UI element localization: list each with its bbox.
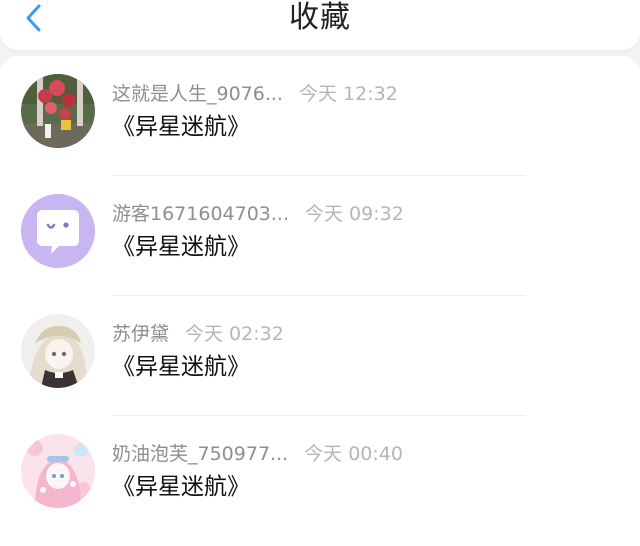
favorite-title[interactable]: 《异星迷航》: [112, 232, 250, 262]
page-title: 收藏: [289, 0, 351, 35]
favorite-title[interactable]: 《异星迷航》: [112, 472, 250, 502]
avatar[interactable]: [21, 74, 95, 148]
list-item[interactable]: 游客1671604703... 今天 09:32 《异星迷航》: [0, 176, 640, 296]
username[interactable]: 游客1671604703...: [112, 203, 289, 225]
item-meta: 这就是人生_9076... 今天 12:32: [112, 82, 398, 106]
favorite-title[interactable]: 《异星迷航》: [112, 112, 250, 142]
list-item[interactable]: 苏伊黛 今天 02:32 《异星迷航》: [0, 296, 640, 416]
username[interactable]: 这就是人生_9076...: [112, 83, 283, 105]
favorite-title[interactable]: 《异星迷航》: [112, 352, 250, 382]
list-item[interactable]: 这就是人生_9076... 今天 12:32 《异星迷航》: [0, 56, 640, 176]
favorites-list: 这就是人生_9076... 今天 12:32 《异星迷航》 游客167160470…: [0, 56, 640, 546]
list-item[interactable]: 奶油泡芙_750977... 今天 00:40 《异星迷航》: [0, 416, 640, 536]
item-meta: 游客1671604703... 今天 09:32: [112, 202, 404, 226]
item-meta: 奶油泡芙_750977... 今天 00:40: [112, 442, 403, 466]
timestamp: 今天 12:32: [298, 83, 398, 105]
header-bar: 收藏: [0, 0, 640, 50]
username[interactable]: 苏伊黛: [112, 323, 169, 345]
avatar[interactable]: [21, 194, 95, 268]
avatar[interactable]: [21, 314, 95, 388]
username[interactable]: 奶油泡芙_750977...: [112, 443, 288, 465]
timestamp: 今天 09:32: [305, 203, 404, 225]
timestamp: 今天 00:40: [304, 443, 403, 465]
item-meta: 苏伊黛 今天 02:32: [112, 322, 284, 346]
timestamp: 今天 02:32: [185, 323, 284, 345]
avatar[interactable]: [21, 434, 95, 508]
